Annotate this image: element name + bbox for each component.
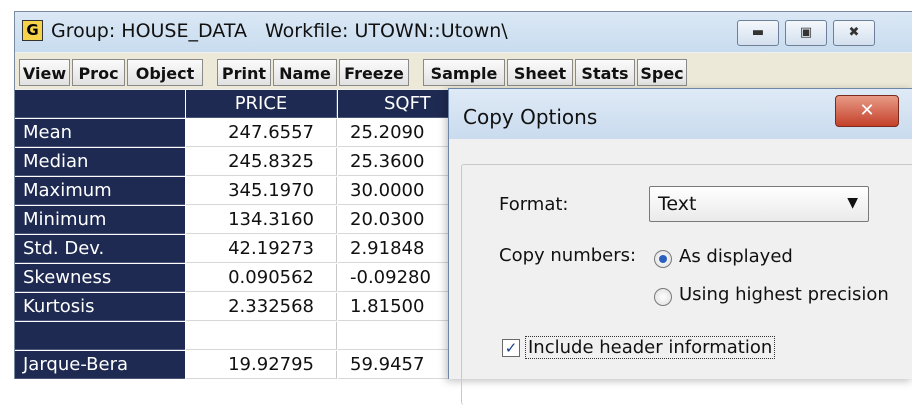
header-checkbox[interactable]: ✓ [502,339,520,357]
row-label[interactable] [15,322,185,350]
radio-as-displayed[interactable] [654,250,672,268]
format-value: Text [658,193,697,215]
price-cell[interactable]: 0.090562 [186,264,337,292]
group-icon: G [22,20,43,41]
sheet-button[interactable]: Sheet [507,59,573,86]
format-select[interactable]: Text ▼ [649,186,869,222]
workfile-name: Workfile: UTOWN::Utown\ [264,20,508,42]
price-cell[interactable]: 345.1970 [186,177,337,205]
format-label: Format: [499,194,569,215]
window-title: Group: HOUSE_DATA Workfile: UTOWN::Utown\ [51,20,508,42]
close-icon[interactable]: ✕ [835,95,899,127]
radio-highest-precision[interactable] [654,288,672,306]
row-label[interactable]: Skewness [15,264,185,292]
spec-button[interactable]: Spec [637,59,687,86]
print-button[interactable]: Print [217,59,271,86]
as-displayed-label[interactable]: As displayed [679,246,793,267]
window-titlebar[interactable]: G Group: HOUSE_DATA Workfile: UTOWN::Utow… [15,12,912,52]
price-cell[interactable]: 247.6557 [186,119,337,147]
toolbar: View Proc Object Print Name Freeze Sampl… [15,53,912,89]
copy-numbers-label: Copy numbers: [499,245,637,266]
row-label[interactable]: Jarque-Bera [15,351,185,379]
stats-button[interactable]: Stats [575,59,635,86]
include-header-label[interactable]: Include header information [525,336,776,359]
row-label[interactable]: Std. Dev. [15,235,185,263]
freeze-button[interactable]: Freeze [339,59,409,86]
price-cell[interactable]: 42.19273 [186,235,337,263]
corner-cell [15,90,185,118]
copy-options-dialog: Copy Options ✕ Format: Text ▼ Copy numbe… [448,88,912,405]
row-label[interactable]: Mean [15,119,185,147]
dialog-titlebar[interactable]: Copy Options ✕ [449,89,912,139]
price-cell[interactable]: 134.3160 [186,206,337,234]
group-name: Group: HOUSE_DATA [51,20,247,42]
price-cell[interactable] [186,322,337,350]
name-button[interactable]: Name [273,59,337,86]
row-label[interactable]: Minimum [15,206,185,234]
price-cell[interactable]: 2.332568 [186,293,337,321]
price-cell[interactable]: 245.8325 [186,148,337,176]
proc-button[interactable]: Proc [72,59,125,86]
maximize-icon[interactable]: ▣ [785,20,827,46]
column-header-price[interactable]: PRICE [186,90,337,118]
row-label[interactable]: Kurtosis [15,293,185,321]
price-cell[interactable]: 19.92795 [186,351,337,379]
object-button[interactable]: Object [127,59,203,86]
close-icon[interactable]: ✖ [833,20,875,46]
row-label[interactable]: Maximum [15,177,185,205]
dialog-title: Copy Options [463,105,598,129]
highest-precision-label[interactable]: Using highest precision [679,284,889,305]
row-label[interactable]: Median [15,148,185,176]
sample-button[interactable]: Sample [423,59,505,86]
minimize-icon[interactable]: ▬ [737,20,779,46]
view-button[interactable]: View [19,59,70,86]
chevron-down-icon[interactable]: ▼ [847,195,858,211]
